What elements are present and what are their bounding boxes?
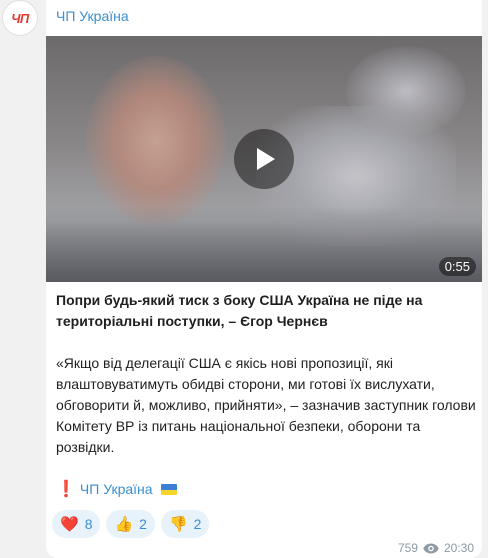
channel-name[interactable]: ЧП Україна [56, 8, 129, 24]
thumbs-down-icon: 👎 [168, 515, 188, 533]
eye-icon [423, 543, 439, 553]
message-time: 20:30 [443, 541, 474, 555]
channel-link[interactable]: ЧП Україна [80, 479, 153, 500]
message-meta: 759 20:30 [398, 541, 474, 555]
play-button[interactable] [234, 129, 294, 189]
reaction-count: 2 [139, 516, 147, 532]
reaction-count: 2 [193, 516, 202, 532]
reaction-thumbs-down[interactable]: 👎 2 [160, 510, 210, 538]
reactions-bar: ❤️ 8 👍 2 👎 2 [52, 510, 210, 538]
view-count: 759 [397, 541, 418, 555]
reaction-thumbs-up[interactable]: 👍 2 [106, 510, 155, 538]
post-text: Попри будь-який тиск з боку США Україна … [56, 290, 476, 500]
video-duration: 0:55 [438, 257, 476, 276]
heart-icon: ❤️ [60, 515, 79, 533]
ukraine-flag-icon [160, 484, 177, 495]
avatar-logo-text: ЧП [11, 10, 29, 26]
play-icon [257, 148, 275, 170]
post-signature: ❗ ЧП Україна [56, 479, 476, 500]
reaction-heart[interactable]: ❤️ 8 [52, 510, 101, 538]
thumbs-up-icon: 👍 [114, 515, 134, 533]
video-thumbnail[interactable]: 0:55 [46, 36, 482, 282]
video-blur-bottom [46, 206, 482, 282]
post-headline: Попри будь-який тиск з боку США Україна … [56, 292, 423, 329]
video-blur-face [86, 56, 226, 226]
post-quote: «Якщо від делегації США є якісь нові про… [56, 355, 476, 455]
message-bubble: ЧП Україна 0:55 Попри будь-який тиск з б… [46, 0, 482, 558]
reaction-count: 8 [84, 516, 93, 532]
exclamation-icon: ❗ [56, 481, 76, 498]
channel-avatar[interactable]: ЧП [2, 0, 38, 36]
